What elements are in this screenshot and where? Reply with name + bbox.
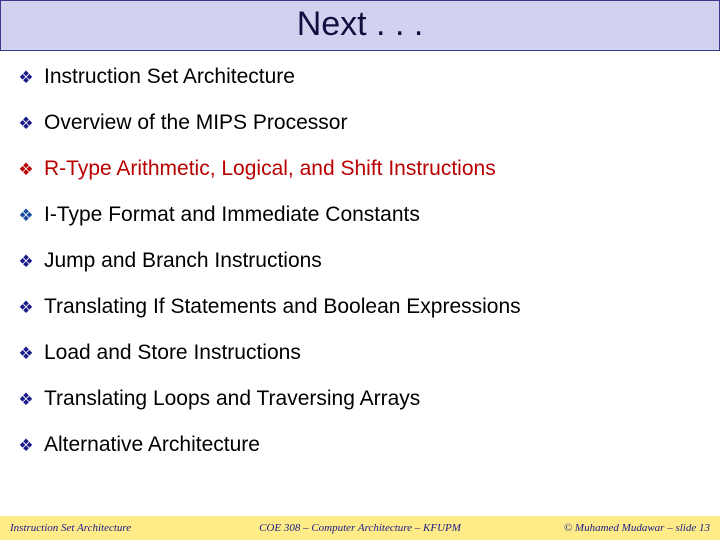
footer-left: Instruction Set Architecture (10, 522, 243, 534)
list-item-label: I-Type Format and Immediate Constants (44, 203, 420, 227)
list-item: ❖ R-Type Arithmetic, Logical, and Shift … (16, 157, 704, 181)
list-item: ❖ Overview of the MIPS Processor (16, 111, 704, 135)
list-item: ❖ I-Type Format and Immediate Constants (16, 203, 704, 227)
title-bar: Next . . . (0, 0, 720, 51)
list-item: ❖ Translating If Statements and Boolean … (16, 295, 704, 319)
diamond-bullet-icon: ❖ (16, 344, 36, 364)
list-item-label: Instruction Set Architecture (44, 65, 295, 89)
list-item-label: R-Type Arithmetic, Logical, and Shift In… (44, 157, 496, 181)
list-item: ❖ Alternative Architecture (16, 433, 704, 457)
diamond-bullet-icon: ❖ (16, 390, 36, 410)
footer-center: COE 308 – Computer Architecture – KFUPM (243, 522, 476, 534)
list-item: ❖ Load and Store Instructions (16, 341, 704, 365)
diamond-bullet-icon: ❖ (16, 252, 36, 272)
slide-footer: Instruction Set Architecture COE 308 – C… (0, 516, 720, 540)
list-item: ❖ Instruction Set Architecture (16, 65, 704, 89)
list-item: ❖ Jump and Branch Instructions (16, 249, 704, 273)
list-item-label: Translating If Statements and Boolean Ex… (44, 295, 521, 319)
diamond-bullet-icon: ❖ (16, 68, 36, 88)
footer-right: © Muhamed Mudawar – slide 13 (477, 522, 710, 534)
list-item-label: Overview of the MIPS Processor (44, 111, 347, 135)
content-list: ❖ Instruction Set Architecture ❖ Overvie… (0, 51, 720, 540)
diamond-bullet-icon: ❖ (16, 298, 36, 318)
diamond-bullet-icon: ❖ (16, 436, 36, 456)
diamond-bullet-icon: ❖ (16, 114, 36, 134)
slide: Next . . . ❖ Instruction Set Architectur… (0, 0, 720, 540)
diamond-bullet-icon: ❖ (16, 160, 36, 180)
slide-title: Next . . . (1, 5, 719, 44)
list-item-label: Jump and Branch Instructions (44, 249, 322, 273)
list-item: ❖ Translating Loops and Traversing Array… (16, 387, 704, 411)
list-item-label: Alternative Architecture (44, 433, 260, 457)
list-item-label: Load and Store Instructions (44, 341, 301, 365)
diamond-bullet-icon: ❖ (16, 206, 36, 226)
list-item-label: Translating Loops and Traversing Arrays (44, 387, 420, 411)
